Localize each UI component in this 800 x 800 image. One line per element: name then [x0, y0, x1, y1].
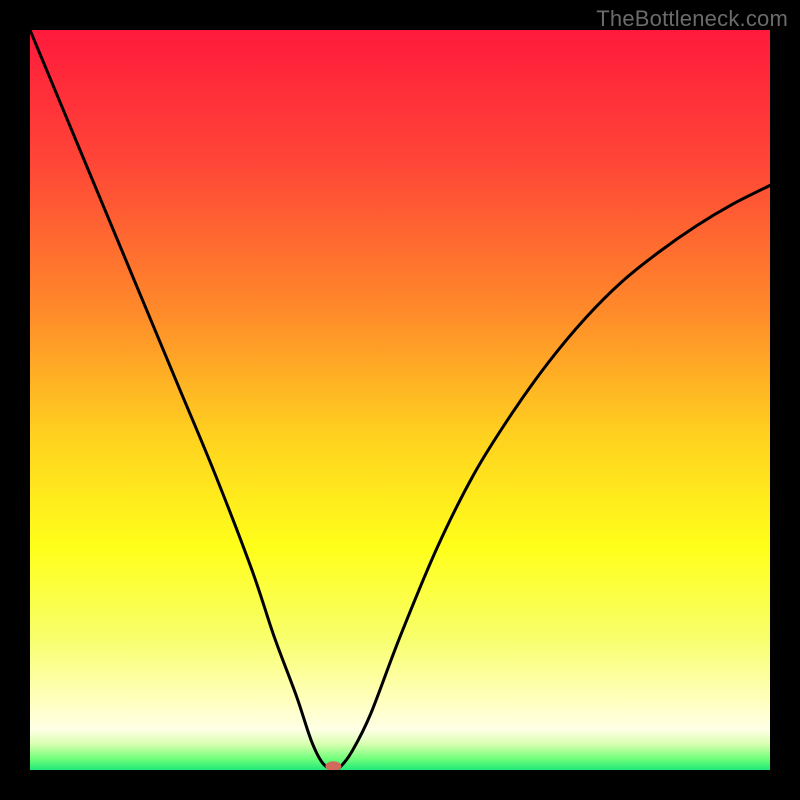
- chart-background: [30, 30, 770, 770]
- bottleneck-chart: [30, 30, 770, 770]
- chart-frame: [30, 30, 770, 770]
- watermark-text: TheBottleneck.com: [596, 6, 788, 32]
